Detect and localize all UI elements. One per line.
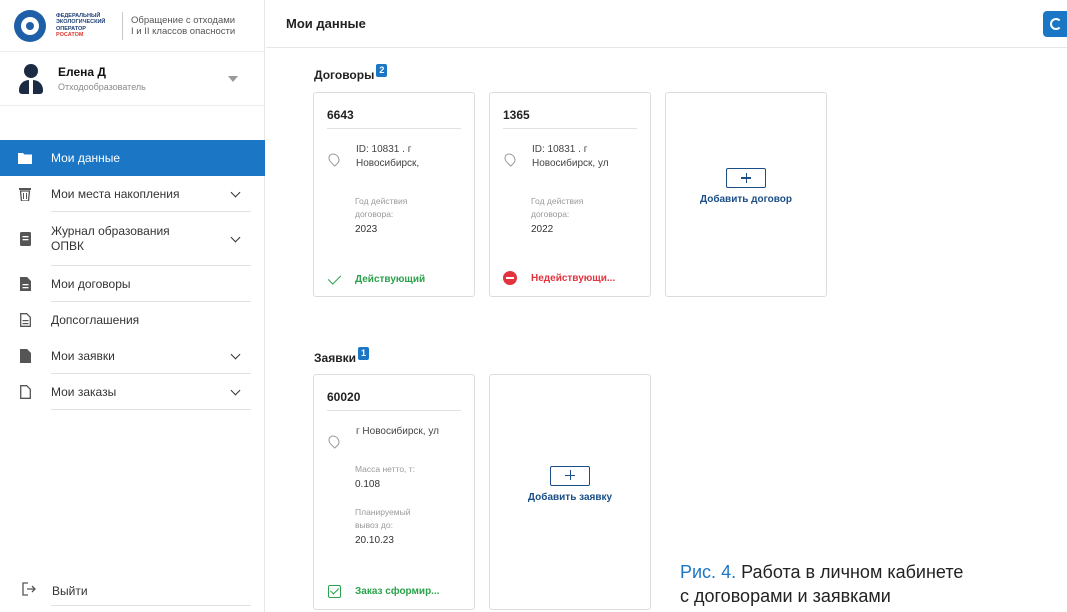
rosatom-logo-icon <box>14 9 46 42</box>
contract-address: ID: 10831 . г Новосибирск, <box>356 144 420 169</box>
file-outline-icon <box>18 385 32 399</box>
add-request-button[interactable]: Добавить заявку <box>489 374 651 610</box>
minus-circle-icon <box>503 271 517 285</box>
logout-icon <box>22 581 36 601</box>
add-contract-button[interactable]: Добавить договор <box>665 92 827 297</box>
request-date: 20.10.23 <box>355 535 394 546</box>
contract-number: 1365 <box>503 93 637 129</box>
contract-year-label: Год действия договора: <box>531 196 584 219</box>
journal-icon <box>18 232 32 246</box>
requests-count-badge: 1 <box>357 347 369 360</box>
plus-icon <box>550 465 590 486</box>
check-icon <box>327 271 341 285</box>
chevron-down-icon <box>230 385 241 396</box>
brand: Федеральный экологический оператор Росат… <box>0 0 264 52</box>
document-icon <box>18 277 32 291</box>
sidebar: Федеральный экологический оператор Росат… <box>0 0 265 612</box>
request-number: 60020 <box>327 375 461 411</box>
avatar <box>18 63 44 94</box>
refresh-button[interactable] <box>1043 11 1067 37</box>
sidebar-item-supplements[interactable]: Допсоглашения <box>0 302 265 338</box>
request-address: г Новосибирск, ул <box>356 426 439 437</box>
brand-divider <box>122 11 123 40</box>
sidebar-item-waste-journal[interactable]: Журнал образования ОПВК <box>0 212 265 266</box>
caret-down-icon[interactable] <box>228 76 238 82</box>
status-badge: Недействующи... <box>503 271 615 285</box>
add-request-label: Добавить заявку <box>527 491 613 503</box>
contract-address: ID: 10831 . г Новосибирск, ул <box>532 144 609 169</box>
document-outline-icon <box>18 313 32 327</box>
location-pin-icon <box>502 151 518 167</box>
location-pin-icon <box>326 151 342 167</box>
file-icon <box>18 349 32 363</box>
logout-button[interactable]: Выйти <box>0 576 265 606</box>
contract-card[interactable]: 1365 ID: 10831 . г Новосибирск, ул Год д… <box>489 92 651 297</box>
brand-description: Обращение с отходами I и II классов опас… <box>131 14 236 37</box>
folder-icon <box>18 152 32 164</box>
trash-icon <box>18 187 32 201</box>
chevron-down-icon <box>230 349 241 360</box>
app-window: Федеральный экологический оператор Росат… <box>0 0 1067 612</box>
location-pin-icon <box>326 433 342 449</box>
sidebar-item-my-data[interactable]: Мои данные <box>0 140 265 176</box>
user-profile[interactable]: Елена Д Отходообразователь <box>0 52 264 106</box>
contract-year: 2023 <box>355 224 378 235</box>
contract-year: 2022 <box>531 224 554 235</box>
contract-year-label: Год действия договора: <box>355 196 408 219</box>
sidebar-item-my-orders[interactable]: Мои заказы <box>0 374 265 410</box>
requests-section-title: Заявки 1 <box>314 347 369 365</box>
request-card[interactable]: 60020 г Новосибирск, ул Масса нетто, т: … <box>313 374 475 610</box>
page-title: Мои данные <box>286 16 366 31</box>
sidebar-item-storage-sites[interactable]: Мои места накопления <box>0 176 265 212</box>
chevron-down-icon <box>230 232 241 243</box>
request-mass: 0.108 <box>355 479 381 490</box>
request-date-label: Планируемый вывоз до: <box>355 507 411 530</box>
contracts-section-title: Договоры 2 <box>314 64 388 82</box>
figure-caption: Рис. 4. Работа в личном кабинете с догов… <box>680 562 964 606</box>
status-badge: Действующий <box>327 271 425 285</box>
request-mass-label: Масса нетто, т: <box>355 464 416 474</box>
plus-icon <box>726 168 766 188</box>
user-role: Отходообразователь <box>58 82 146 92</box>
contract-card[interactable]: 6643 ID: 10831 . г Новосибирск, Год дейс… <box>313 92 475 297</box>
chevron-down-icon <box>230 187 241 198</box>
contracts-count-badge: 2 <box>376 64 388 77</box>
status-badge: Заказ сформир... <box>327 585 440 598</box>
user-name: Елена Д <box>58 65 106 79</box>
header: Мои данные <box>266 0 1067 48</box>
contract-number: 6643 <box>327 93 461 129</box>
add-contract-label: Добавить договор <box>699 194 793 205</box>
refresh-icon <box>1050 18 1062 30</box>
sidebar-item-my-contracts[interactable]: Мои договоры <box>0 266 265 302</box>
figure-number: Рис. 4. <box>680 562 737 582</box>
checkbox-checked-icon <box>327 585 341 598</box>
org-name: Федеральный экологический оператор Росат… <box>56 12 106 39</box>
sidebar-nav: Мои данные Мои места накопления Журнал о… <box>0 140 265 410</box>
sidebar-item-my-requests[interactable]: Мои заявки <box>0 338 265 374</box>
